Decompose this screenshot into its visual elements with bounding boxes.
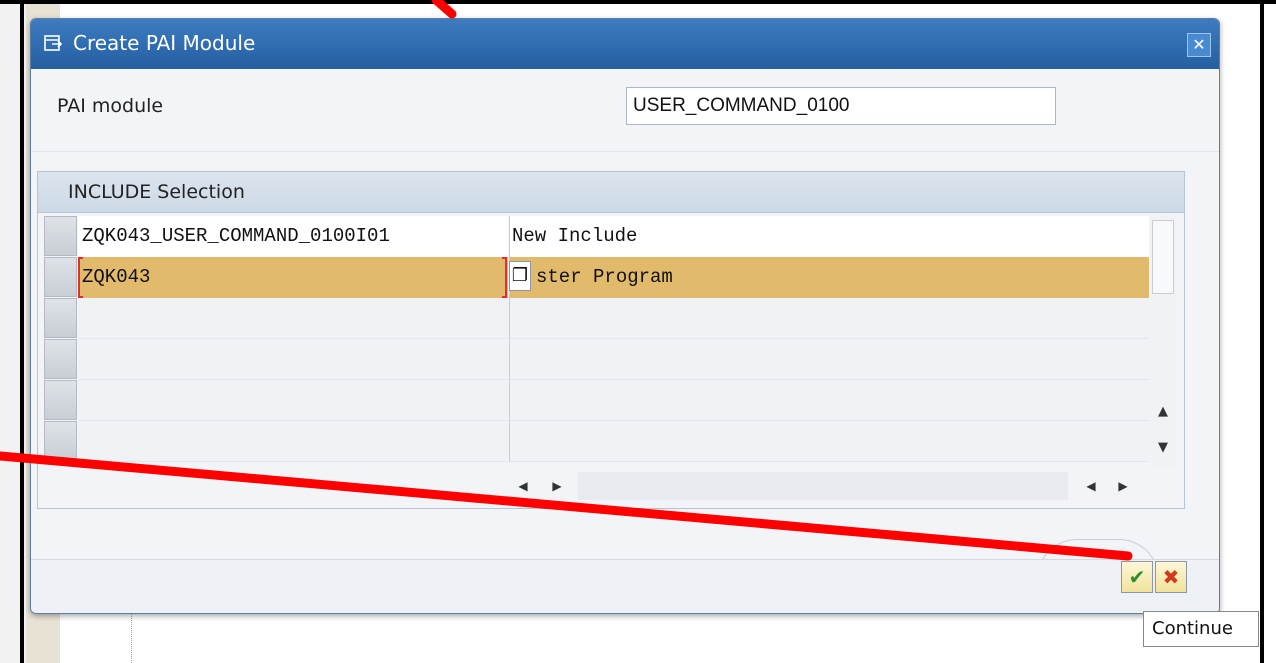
dialog-footer	[31, 559, 1219, 613]
screenshot-frame-right	[1260, 0, 1264, 663]
row-selector[interactable]	[44, 380, 77, 420]
horizontal-scroll-track[interactable]	[578, 472, 1068, 500]
empty-cell	[78, 421, 508, 462]
empty-cell	[509, 339, 1149, 380]
checkmark-icon: ✔	[1128, 565, 1146, 589]
vertical-scroll-thumb[interactable]	[1152, 220, 1174, 294]
row-selector[interactable]	[44, 421, 77, 461]
create-pai-module-dialog: Create PAI Module ✕ PAI module USER_COMM…	[30, 18, 1220, 614]
include-table: ZQK043_USER_COMMAND_0100I01 New Include …	[44, 216, 1149, 468]
row-selector[interactable]	[44, 257, 77, 297]
scroll-down-icon[interactable]: ▼	[1153, 438, 1173, 458]
screenshot-frame-left	[20, 0, 24, 663]
scroll-right-icon[interactable]: ▶	[550, 478, 564, 494]
include-selection-header: INCLUDE Selection	[38, 172, 1184, 213]
continue-tooltip: Continue	[1143, 611, 1259, 647]
horizontal-scrollbars: ◀ ▶ ◀ ▶	[38, 470, 1178, 502]
vertical-scrollbar[interactable]: ▲ ▼	[1150, 216, 1176, 468]
row-selector[interactable]	[44, 216, 77, 256]
include-description-cell-selected[interactable]: ster Program	[509, 257, 1149, 298]
copy-icon[interactable]: ❐	[509, 261, 531, 291]
cancel-button[interactable]: ✖	[1155, 561, 1187, 593]
include-name-cell-selected[interactable]: ZQK043	[78, 257, 508, 298]
empty-cell	[78, 339, 508, 380]
empty-cell	[509, 380, 1149, 421]
empty-cell	[78, 380, 508, 421]
close-button[interactable]: ✕	[1187, 33, 1211, 57]
scroll-up-icon[interactable]: ▲	[1153, 402, 1173, 422]
include-description-cell[interactable]: New Include	[509, 216, 1149, 257]
empty-cell	[78, 298, 508, 339]
pai-module-input[interactable]: USER_COMMAND_0100	[626, 87, 1056, 125]
dialog-titlebar[interactable]: Create PAI Module ✕	[31, 19, 1219, 69]
scroll-right-icon[interactable]: ▶	[1116, 478, 1130, 494]
include-name-cell[interactable]: ZQK043_USER_COMMAND_0100I01	[78, 216, 508, 257]
scroll-left-icon[interactable]: ◀	[516, 478, 530, 494]
continue-button[interactable]: ✔	[1121, 561, 1153, 593]
dialog-title: Create PAI Module	[73, 31, 256, 55]
empty-cell	[509, 298, 1149, 339]
empty-cell	[509, 421, 1149, 462]
include-selection-title: INCLUDE Selection	[68, 181, 245, 203]
include-selection-group: INCLUDE Selection ZQK043_USER_COMMAND_01…	[37, 171, 1185, 509]
close-icon: ✕	[1192, 35, 1206, 54]
divider	[31, 151, 1219, 152]
focus-marker-left	[78, 257, 83, 298]
screenshot-frame-top	[0, 0, 1276, 10]
scroll-left-icon[interactable]: ◀	[1084, 478, 1098, 494]
row-selector[interactable]	[44, 298, 77, 338]
row-selector[interactable]	[44, 339, 77, 379]
cancel-x-icon: ✖	[1162, 565, 1180, 589]
pai-module-label: PAI module	[57, 95, 164, 117]
dialog-window-icon	[44, 35, 63, 51]
focus-marker-right	[502, 257, 507, 298]
